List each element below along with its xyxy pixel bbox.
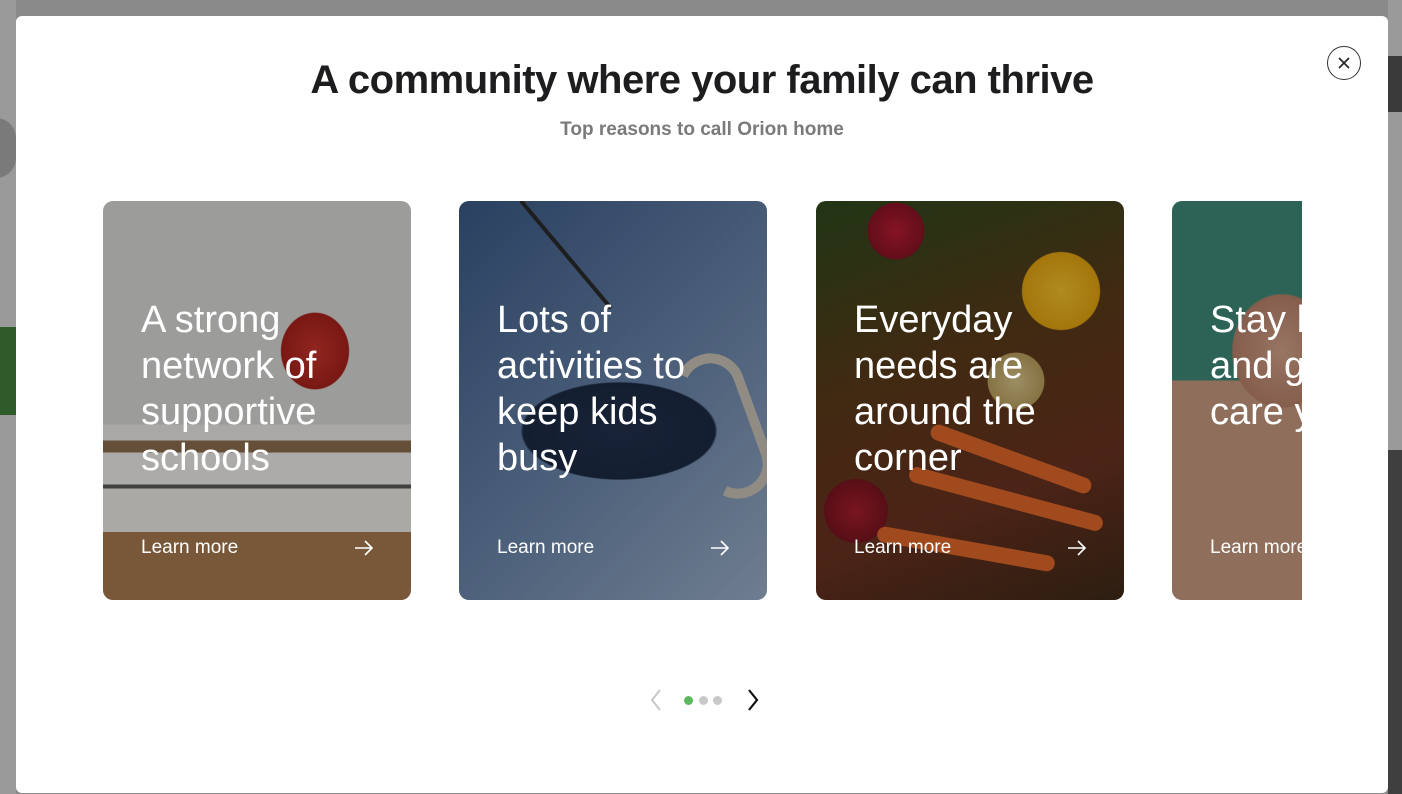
learn-more-link[interactable]: Learn more [141, 537, 238, 559]
background-banner [0, 327, 16, 415]
learn-more-link[interactable]: Learn more [497, 537, 594, 559]
reasons-modal: A community where your family can thrive… [16, 16, 1388, 793]
chevron-left-icon[interactable] [646, 686, 666, 714]
background-panel [1388, 450, 1402, 794]
arrow-right-icon [355, 540, 374, 556]
chevron-right-icon[interactable] [743, 686, 763, 714]
card-activities[interactable]: Lots of activities to keep kids busy Lea… [459, 201, 767, 600]
card-healthcare[interactable]: Stay healthy and get the care you need L… [1172, 201, 1302, 600]
arrow-right-icon [1068, 540, 1087, 556]
pager-dot[interactable] [684, 696, 693, 705]
pager-dot[interactable] [699, 696, 708, 705]
card-schools[interactable]: A strong network of supportive schools L… [103, 201, 411, 600]
card-title: Everyday needs are around the corner [854, 299, 1036, 479]
background-header [1388, 56, 1402, 112]
card-everyday-needs[interactable]: Everyday needs are around the corner Lea… [816, 201, 1124, 600]
learn-more-link[interactable]: Learn more [1210, 537, 1302, 559]
modal-subtitle: Top reasons to call Orion home [560, 119, 844, 140]
modal-title: A community where your family can thrive [310, 58, 1094, 102]
carousel-pager [646, 686, 766, 714]
card-title: Lots of activities to keep kids busy [497, 299, 685, 479]
learn-more-link[interactable]: Learn more [854, 537, 951, 559]
pager-dot[interactable] [713, 696, 722, 705]
arrow-right-icon [711, 540, 730, 556]
card-title: Stay healthy and get the care you need [1210, 299, 1302, 433]
card-title: A strong network of supportive schools [141, 299, 317, 479]
reasons-carousel: A strong network of supportive schools L… [103, 201, 1302, 601]
